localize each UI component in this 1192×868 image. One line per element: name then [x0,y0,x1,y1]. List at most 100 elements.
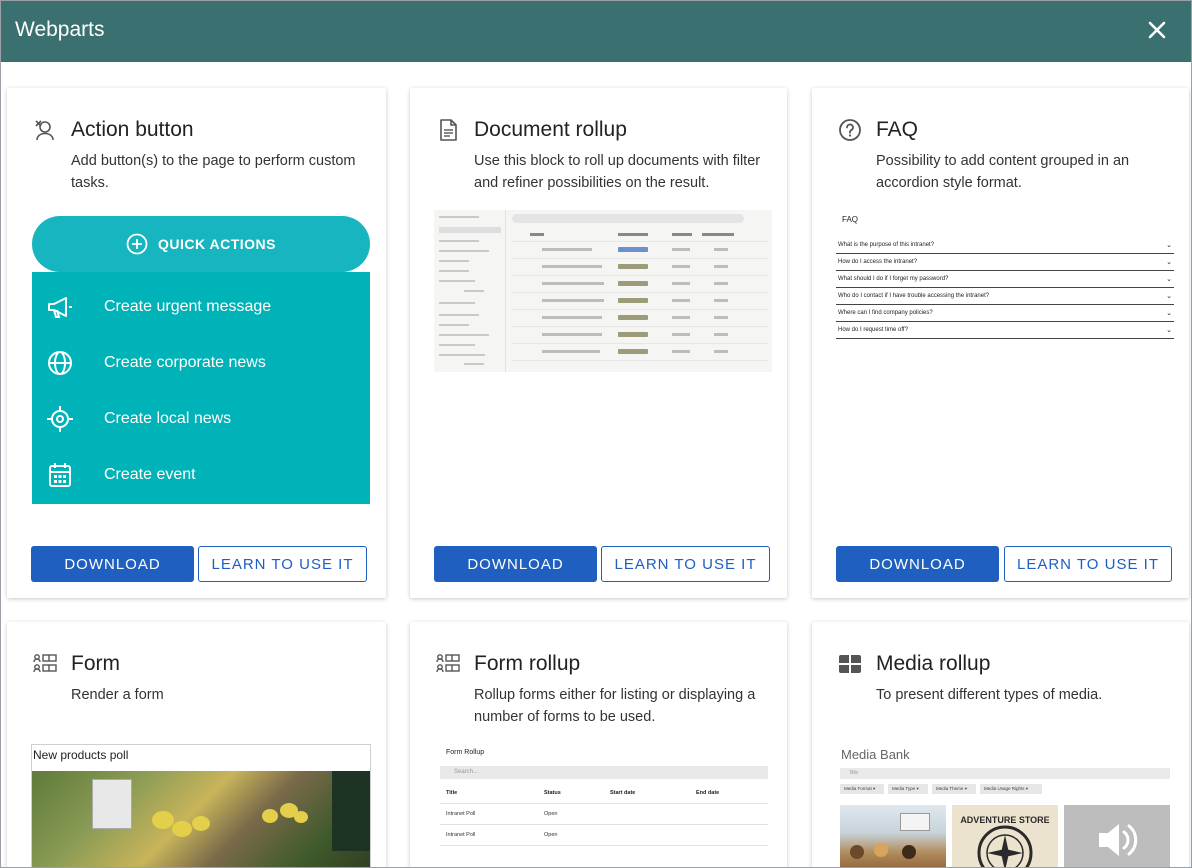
compass-logo-icon: ADVENTURE STORE [960,815,1050,867]
faq-item: How do I request time off? ⌄ [836,322,1174,339]
document-rollup-preview [434,210,772,372]
card-description: To present different types of media. [876,687,1103,703]
quick-action-urgent-message[interactable]: Create urgent message [32,279,370,335]
filter-dropdown: Media Type ▾ [888,784,928,794]
webpart-card-form: Form Render a form New products poll [7,622,386,867]
table-cell: Open [544,832,558,838]
form-preview-photo [32,771,370,867]
megaphone-icon [48,297,72,318]
faq-preview-title: FAQ [842,215,859,224]
card-header: Form rollup [436,652,580,676]
preview-sidebar [434,210,506,372]
webpart-grid: Action button Add button(s) to the page … [1,62,1191,867]
preview-search [512,214,744,223]
filter-dropdown: Media Usage Rights ▾ [980,784,1042,794]
quick-actions-panel: Create urgent message Create corporate n… [32,272,370,504]
learn-button[interactable]: LEARN TO USE IT [198,546,367,582]
filter-dropdown: Media Theme ▾ [932,784,976,794]
card-title: FAQ [876,118,919,141]
form-list-icon [436,654,460,673]
chevron-down-icon: ⌄ [1166,276,1172,283]
column-header: Status [544,790,561,796]
close-icon[interactable] [1143,16,1171,44]
card-title: Form [71,652,120,675]
webpart-card-action-button: Action button Add button(s) to the page … [7,88,386,598]
target-icon [47,406,73,432]
column-header: Start date [610,790,636,796]
document-icon [440,119,457,141]
card-title: Form rollup [474,652,581,675]
table-cell: Intranet Poll [446,811,476,817]
store-logo-text: ADVENTURE STORE [960,815,1049,825]
download-button[interactable]: DOWNLOAD [836,546,999,582]
faq-item: What should I do if I forget my password… [836,271,1174,288]
chevron-down-icon: ⌄ [1166,259,1172,266]
card-title: Document rollup [474,118,627,141]
card-header: Form [33,652,120,676]
webparts-dialog: Webparts Action button Add button(s) to … [0,0,1192,868]
card-header: Media rollup [838,652,990,676]
card-header: FAQ [838,118,918,142]
quick-action-local-news[interactable]: Create local news [32,391,370,447]
quick-action-label: Create urgent message [104,298,272,315]
card-title: Media rollup [876,652,991,675]
download-button[interactable]: DOWNLOAD [31,546,194,582]
quick-action-label: Create corporate news [104,354,266,371]
quick-actions-button[interactable]: QUICK ACTIONS [32,216,370,272]
webpart-card-faq: FAQ Possibility to add content grouped i… [812,88,1189,598]
chevron-down-icon: ⌄ [1166,327,1172,334]
media-preview-search: Bilo [840,768,1170,779]
quick-action-corporate-news[interactable]: Create corporate news [32,335,370,391]
chevron-down-icon: ⌄ [1166,242,1172,249]
question-circle-icon [839,119,861,141]
media-preview-title: Media Bank [841,747,910,762]
faq-item: Where can I find company policies? ⌄ [836,305,1174,322]
card-title: Action button [71,118,194,141]
media-rollup-preview: Media Bank Bilo Media Format ▾ Media Typ… [840,744,1172,867]
faq-item: How do I access the intranet? ⌄ [836,254,1174,271]
webpart-card-document-rollup: Document rollup Use this block to roll u… [410,88,787,598]
plus-circle-icon [126,233,148,255]
quick-action-label: Create event [104,466,196,483]
calendar-icon [49,463,71,487]
form-rollup-preview-title: Form Rollup [446,749,485,756]
quick-action-label: Create local news [104,410,232,427]
table-cell: Intranet Poll [446,832,476,838]
card-description: Use this block to roll up documents with… [474,153,761,191]
media-thumbnail-audio [1064,805,1170,867]
form-preview: New products poll [31,744,371,867]
column-header: End date [696,790,720,796]
learn-button[interactable]: LEARN TO USE IT [1004,546,1172,582]
person-pin-icon [35,120,54,141]
form-preview-title: New products poll [33,748,129,762]
download-button[interactable]: DOWNLOAD [434,546,597,582]
card-description: Render a form [71,687,164,703]
webpart-card-media-rollup: Media rollup To present different types … [812,622,1189,867]
form-rollup-preview: Form Rollup Search... Title Status Start… [434,744,774,867]
faq-preview: FAQ What is the purpose of this intranet… [836,212,1174,342]
card-header: Document rollup [436,118,627,142]
globe-icon [48,351,72,375]
learn-button[interactable]: LEARN TO USE IT [601,546,770,582]
faq-item: Who do I contact if I have trouble acces… [836,288,1174,305]
dialog-header: Webparts [1,1,1191,62]
speaker-icon [1099,824,1138,856]
chevron-down-icon: ⌄ [1166,293,1172,300]
table-cell: Open [544,811,558,817]
media-thumbnail-classroom [840,805,946,867]
form-rollup-preview-search: Search... [440,766,768,779]
quick-action-event[interactable]: Create event [32,447,370,503]
card-description: Rollup forms either for listing or displ… [474,687,756,725]
dialog-title: Webparts [15,18,105,41]
grid-icon [839,655,861,673]
column-header: Title [446,790,458,796]
quick-actions-label: QUICK ACTIONS [158,236,276,252]
chevron-down-icon: ⌄ [1166,310,1172,317]
media-thumbnail-adventure-store: ADVENTURE STORE [952,805,1058,867]
form-list-icon [33,654,57,673]
filter-dropdown: Media Format ▾ [840,784,884,794]
card-description: Add button(s) to the page to perform cus… [71,153,356,191]
card-description: Possibility to add content grouped in an… [876,153,1130,191]
card-header: Action button [33,118,194,142]
faq-item: What is the purpose of this intranet? ⌄ [836,237,1174,254]
